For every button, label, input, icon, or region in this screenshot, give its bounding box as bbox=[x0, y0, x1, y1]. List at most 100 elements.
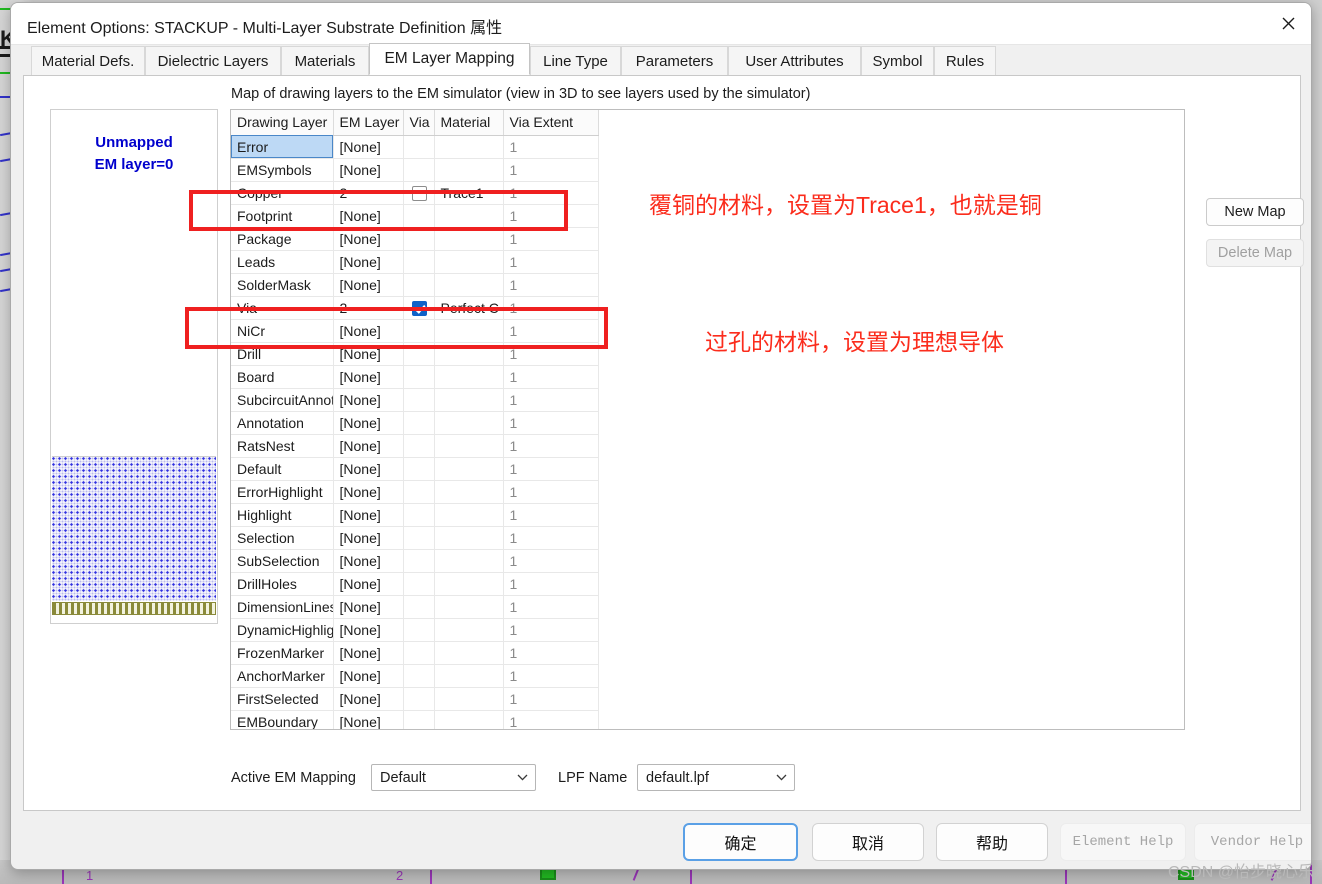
tab-line-type[interactable]: Line Type bbox=[530, 46, 621, 75]
cell-drawing-layer[interactable]: SubcircuitAnnot bbox=[231, 388, 334, 412]
cell-em-layer[interactable]: [None] bbox=[333, 480, 404, 504]
table-row[interactable]: SubSelection [None] 1 bbox=[231, 549, 599, 573]
cell-material[interactable]: Perfect C bbox=[434, 296, 504, 320]
cell-material[interactable] bbox=[434, 135, 504, 159]
cell-via-extent[interactable]: 1 bbox=[503, 641, 599, 665]
cell-via[interactable] bbox=[403, 250, 435, 274]
col-via[interactable]: Via bbox=[403, 110, 435, 136]
cell-via[interactable] bbox=[403, 158, 435, 182]
cell-drawing-layer[interactable]: NiCr bbox=[231, 319, 334, 343]
cell-em-layer[interactable]: [None] bbox=[333, 710, 404, 729]
cell-drawing-layer[interactable]: FrozenMarker bbox=[231, 641, 334, 665]
close-icon[interactable] bbox=[1265, 3, 1311, 44]
table-row[interactable]: Board [None] 1 bbox=[231, 365, 599, 389]
table-row[interactable]: Via 2 Perfect C1 bbox=[231, 296, 599, 320]
cell-via[interactable] bbox=[403, 204, 435, 228]
cell-drawing-layer[interactable]: AnchorMarker bbox=[231, 664, 334, 688]
cell-via[interactable] bbox=[403, 549, 435, 573]
table-row[interactable]: Drill [None] 1 bbox=[231, 342, 599, 366]
cell-via-extent[interactable]: 1 bbox=[503, 549, 599, 573]
cell-via-extent[interactable]: 1 bbox=[503, 342, 599, 366]
cell-em-layer[interactable]: [None] bbox=[333, 227, 404, 251]
table-row[interactable]: Footprint [None] 1 bbox=[231, 204, 599, 228]
tab-em-layer-mapping[interactable]: EM Layer Mapping bbox=[369, 43, 530, 75]
cell-material[interactable] bbox=[434, 710, 504, 729]
help-button[interactable]: 帮助 bbox=[936, 823, 1048, 861]
table-row[interactable]: ErrorHighlight [None] 1 bbox=[231, 480, 599, 504]
cell-via-extent[interactable]: 1 bbox=[503, 296, 599, 320]
cell-via[interactable] bbox=[403, 434, 435, 458]
cell-material[interactable] bbox=[434, 549, 504, 573]
cell-via-extent[interactable]: 1 bbox=[503, 158, 599, 182]
cell-via[interactable] bbox=[403, 710, 435, 729]
cell-em-layer[interactable]: [None] bbox=[333, 664, 404, 688]
table-row[interactable]: EMSymbols [None] 1 bbox=[231, 158, 599, 182]
cell-via-extent[interactable]: 1 bbox=[503, 273, 599, 297]
cell-via-extent[interactable]: 1 bbox=[503, 503, 599, 527]
cell-via-extent[interactable]: 1 bbox=[503, 572, 599, 596]
cell-drawing-layer[interactable]: Footprint bbox=[231, 204, 334, 228]
cell-drawing-layer[interactable]: SubSelection bbox=[231, 549, 334, 573]
cell-via-extent[interactable]: 1 bbox=[503, 664, 599, 688]
table-row[interactable]: Highlight [None] 1 bbox=[231, 503, 599, 527]
cell-drawing-layer[interactable]: DynamicHighligh bbox=[231, 618, 334, 642]
cell-drawing-layer[interactable]: Drill bbox=[231, 342, 334, 366]
cell-em-layer[interactable]: [None] bbox=[333, 503, 404, 527]
cell-via-extent[interactable]: 1 bbox=[503, 687, 599, 711]
cell-via-extent[interactable]: 1 bbox=[503, 204, 599, 228]
cell-material[interactable] bbox=[434, 595, 504, 619]
tab-materials[interactable]: Materials bbox=[281, 46, 369, 75]
cell-via-extent[interactable]: 1 bbox=[503, 526, 599, 550]
cell-drawing-layer[interactable]: FirstSelected bbox=[231, 687, 334, 711]
cell-via-extent[interactable]: 1 bbox=[503, 135, 599, 159]
cell-material[interactable]: Trace1 bbox=[434, 181, 504, 205]
cell-em-layer[interactable]: [None] bbox=[333, 342, 404, 366]
cell-em-layer[interactable]: [None] bbox=[333, 457, 404, 481]
cell-drawing-layer[interactable]: SolderMask bbox=[231, 273, 334, 297]
cell-drawing-layer[interactable]: Copper bbox=[231, 181, 334, 205]
cell-em-layer[interactable]: [None] bbox=[333, 388, 404, 412]
table-row[interactable]: AnchorMarker [None] 1 bbox=[231, 664, 599, 688]
table-row[interactable]: Package [None] 1 bbox=[231, 227, 599, 251]
cell-via-extent[interactable]: 1 bbox=[503, 227, 599, 251]
col-via-extent[interactable]: Via Extent bbox=[503, 110, 599, 136]
table-row[interactable]: EMBoundary [None] 1 bbox=[231, 710, 599, 729]
tab-rules[interactable]: Rules bbox=[934, 46, 996, 75]
tab-material-defs[interactable]: Material Defs. bbox=[31, 46, 145, 75]
table-row[interactable]: DynamicHighligh [None] 1 bbox=[231, 618, 599, 642]
tab-parameters[interactable]: Parameters bbox=[621, 46, 728, 75]
cell-via[interactable] bbox=[403, 296, 435, 320]
col-material[interactable]: Material bbox=[434, 110, 504, 136]
cell-via[interactable] bbox=[403, 687, 435, 711]
table-row[interactable]: DrillHoles [None] 1 bbox=[231, 572, 599, 596]
cell-em-layer[interactable]: [None] bbox=[333, 549, 404, 573]
tab-user-attributes[interactable]: User Attributes bbox=[728, 46, 861, 75]
cell-via[interactable] bbox=[403, 411, 435, 435]
via-checkbox[interactable] bbox=[411, 185, 427, 201]
table-row[interactable]: Error [None] 1 bbox=[231, 135, 599, 159]
cell-via-extent[interactable]: 1 bbox=[503, 434, 599, 458]
table-row[interactable]: Leads [None] 1 bbox=[231, 250, 599, 274]
cell-via[interactable] bbox=[403, 273, 435, 297]
cell-em-layer[interactable]: [None] bbox=[333, 434, 404, 458]
cell-drawing-layer[interactable]: Error bbox=[231, 135, 334, 159]
active-em-mapping-select[interactable]: Default bbox=[371, 764, 536, 791]
cell-via-extent[interactable]: 1 bbox=[503, 250, 599, 274]
cell-via[interactable] bbox=[403, 457, 435, 481]
table-row[interactable]: Copper 2 Trace1 1 bbox=[231, 181, 599, 205]
cell-via[interactable] bbox=[403, 618, 435, 642]
cell-via-extent[interactable]: 1 bbox=[503, 595, 599, 619]
cell-drawing-layer[interactable]: Leads bbox=[231, 250, 334, 274]
cell-drawing-layer[interactable]: EMSymbols bbox=[231, 158, 334, 182]
cell-material[interactable] bbox=[434, 641, 504, 665]
col-drawing-layer[interactable]: Drawing Layer bbox=[231, 110, 334, 136]
cell-material[interactable] bbox=[434, 204, 504, 228]
cell-em-layer[interactable]: [None] bbox=[333, 687, 404, 711]
cell-material[interactable] bbox=[434, 411, 504, 435]
cell-drawing-layer[interactable]: Highlight bbox=[231, 503, 334, 527]
cell-drawing-layer[interactable]: Board bbox=[231, 365, 334, 389]
cell-via[interactable] bbox=[403, 526, 435, 550]
cell-via-extent[interactable]: 1 bbox=[503, 457, 599, 481]
cell-material[interactable] bbox=[434, 480, 504, 504]
cell-material[interactable] bbox=[434, 664, 504, 688]
